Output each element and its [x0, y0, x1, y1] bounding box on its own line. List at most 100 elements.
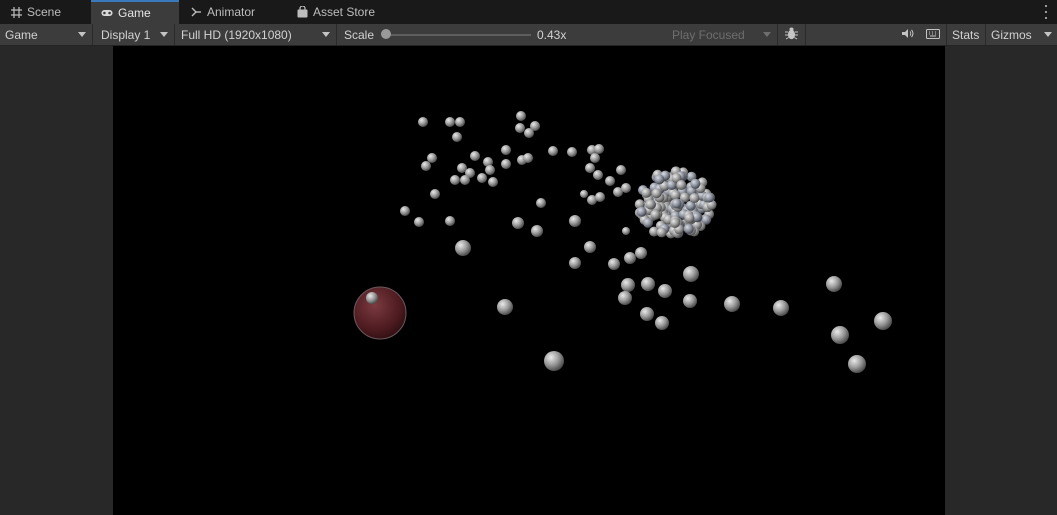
- sphere: [455, 117, 465, 127]
- cluster-sphere: [651, 188, 662, 199]
- sphere: [658, 284, 672, 298]
- sphere: [605, 176, 615, 186]
- sphere: [608, 258, 620, 270]
- sphere: [485, 165, 495, 175]
- tab-label: Asset Store: [313, 5, 376, 19]
- cluster-sphere: [670, 217, 681, 228]
- cluster-sphere: [671, 198, 682, 209]
- sphere: [567, 147, 577, 157]
- sphere: [590, 153, 600, 163]
- view-mode-dropdown[interactable]: Game: [0, 24, 93, 45]
- sphere: [831, 326, 849, 344]
- sphere: [641, 277, 655, 291]
- tab-bar: Scene Game Animator Asset Store: [0, 0, 1057, 24]
- sphere: [477, 173, 487, 183]
- shopping-bag-icon: [296, 6, 308, 18]
- sphere: [524, 128, 534, 138]
- chevron-down-icon: [322, 32, 330, 37]
- cluster-sphere: [656, 227, 667, 238]
- sphere: [455, 240, 471, 256]
- sphere: [595, 192, 605, 202]
- sphere: [584, 241, 596, 253]
- grid-icon: [10, 6, 22, 18]
- sphere: [569, 257, 581, 269]
- sphere: [773, 300, 789, 316]
- sphere: [683, 266, 699, 282]
- bug-button[interactable]: [780, 24, 804, 45]
- cluster-sphere: [650, 209, 661, 220]
- sphere: [501, 145, 511, 155]
- keyboard-icon: [926, 28, 940, 42]
- sphere: [452, 132, 462, 142]
- scale-label-text: Scale: [344, 27, 375, 42]
- sphere: [548, 146, 558, 156]
- tab-animator[interactable]: Animator: [180, 0, 284, 24]
- sphere: [430, 189, 440, 199]
- sphere: [488, 177, 498, 187]
- sphere: [523, 153, 533, 163]
- display-dropdown[interactable]: Display 1: [96, 24, 175, 45]
- sphere: [848, 355, 866, 373]
- view-mode-label: Game: [5, 27, 38, 42]
- player-sphere: [353, 286, 407, 340]
- chevron-down-icon: [160, 32, 168, 37]
- cluster-sphere: [689, 193, 700, 204]
- tab-asset-store[interactable]: Asset Store: [286, 0, 396, 24]
- sphere: [640, 307, 654, 321]
- tab-game[interactable]: Game: [91, 0, 179, 24]
- mute-audio-button[interactable]: [896, 24, 918, 45]
- sphere: [585, 163, 595, 173]
- cluster-sphere: [654, 174, 665, 185]
- sphere: [497, 299, 513, 315]
- sphere: [624, 252, 636, 264]
- sphere: [501, 159, 511, 169]
- animator-icon: [190, 6, 202, 18]
- gamepad-icon: [101, 7, 113, 19]
- display-label: Display 1: [101, 27, 151, 42]
- sphere: [616, 165, 626, 175]
- resolution-dropdown[interactable]: Full HD (1920x1080): [176, 24, 337, 45]
- sphere: [516, 111, 526, 121]
- cluster-sphere: [641, 187, 652, 198]
- sphere: [621, 278, 635, 292]
- play-mode-label: Play Focused: [672, 27, 745, 42]
- tab-label: Scene: [27, 5, 62, 19]
- chevron-down-icon: [763, 32, 771, 37]
- sphere: [470, 151, 480, 161]
- game-toolbar: Game Display 1 Full HD (1920x1080) Scale…: [0, 24, 1057, 46]
- chevron-down-icon: [1044, 32, 1052, 37]
- sphere: [450, 175, 460, 185]
- sphere: [826, 276, 842, 292]
- sphere: [427, 153, 437, 163]
- scale-label: Scale: [339, 24, 379, 45]
- sphere: [536, 198, 546, 208]
- gizmos-dropdown[interactable]: [1037, 24, 1057, 45]
- gizmos-button[interactable]: Gizmos: [986, 24, 1036, 45]
- sphere: [366, 292, 378, 304]
- sphere: [445, 216, 455, 226]
- stats-button[interactable]: Stats: [947, 24, 985, 45]
- tab-scene[interactable]: Scene: [0, 0, 90, 24]
- sphere: [515, 123, 525, 133]
- game-scene: [353, 111, 892, 373]
- resolution-label: Full HD (1920x1080): [181, 27, 292, 42]
- sphere: [635, 247, 647, 259]
- sphere: [421, 161, 431, 171]
- keyboard-shortcuts-button[interactable]: [921, 24, 945, 45]
- more-options-icon[interactable]: [1043, 5, 1049, 19]
- sphere: [622, 227, 630, 235]
- cluster-sphere: [683, 223, 694, 234]
- cluster-sphere: [676, 180, 687, 191]
- sphere: [683, 294, 697, 308]
- play-mode-dropdown[interactable]: Play Focused: [667, 24, 778, 45]
- game-view[interactable]: [113, 46, 945, 515]
- scale-slider-track[interactable]: [386, 34, 531, 36]
- bug-icon: [784, 26, 799, 44]
- cluster-sphere: [645, 199, 656, 210]
- sphere: [594, 144, 604, 154]
- cluster-sphere: [643, 217, 654, 228]
- scale-value-text: 0.43x: [537, 27, 567, 42]
- sphere: [512, 217, 524, 229]
- sphere: [580, 190, 588, 198]
- scale-slider-handle[interactable]: [381, 29, 391, 39]
